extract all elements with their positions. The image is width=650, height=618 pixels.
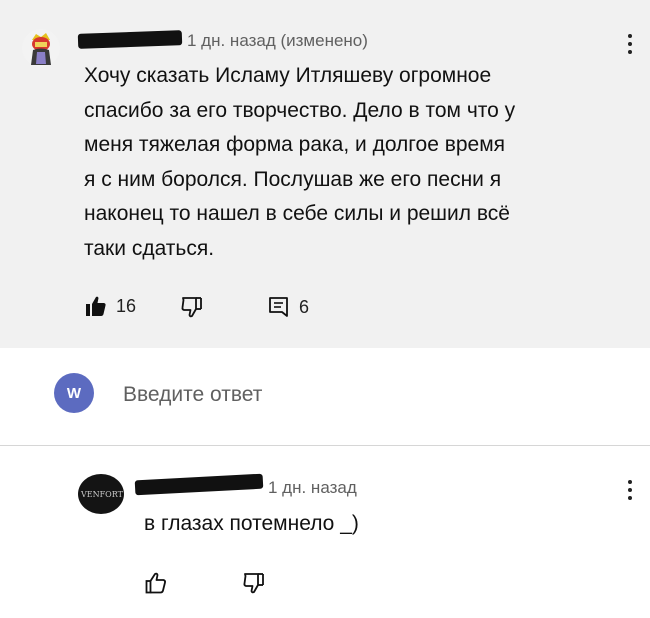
reply-like-button[interactable]: [145, 572, 167, 594]
comment-line: таки сдаться.: [84, 236, 215, 260]
thumb-up-filled-icon: [86, 296, 106, 316]
thumb-down-icon: [243, 573, 264, 594]
more-vert-icon: [628, 480, 632, 484]
comment-line: наконец то нашел в себе силы и решил всё: [84, 202, 510, 225]
more-vert-icon: [628, 34, 632, 38]
reply-timestamp: 1 дн. назад: [268, 478, 357, 497]
more-vert-icon-dot: [628, 488, 632, 492]
reply-input[interactable]: Введите ответ: [123, 383, 262, 407]
comment-line: меня тяжелая форма рака, и долгое время: [84, 133, 506, 156]
like-count: 16: [116, 295, 137, 316]
redacted-username: [77, 30, 183, 49]
redacted-username: [134, 473, 264, 496]
reply-dislike-button[interactable]: [243, 572, 265, 594]
like-button[interactable]: 16: [85, 295, 136, 317]
replies-button[interactable]: 6: [268, 296, 309, 318]
more-vert-icon-dot: [628, 42, 632, 46]
more-vert-icon-dot: [628, 50, 632, 54]
comment-line: я с ним боролся. Послушав же его песни я: [84, 167, 502, 191]
comment-line: спасибо за его творчество. Дело в том чт…: [84, 98, 516, 122]
comment-timestamp: 1 дн. назад (изменено): [187, 31, 368, 50]
reply-author-avatar[interactable]: VENFORT: [78, 474, 124, 514]
commenter-avatar[interactable]: [22, 28, 60, 68]
dislike-button[interactable]: [181, 296, 203, 318]
comment-icon: [269, 297, 288, 317]
thumb-down-icon: [181, 297, 202, 318]
comment-menu-button[interactable]: [627, 34, 633, 56]
avatar-logo-text: VENFORT: [81, 490, 123, 499]
more-vert-icon-dot: [628, 496, 632, 500]
comment-line: Хочу сказать Исламу Итляшеву огромное: [84, 64, 492, 87]
reply-composer: [0, 348, 650, 446]
reply-count: 6: [299, 296, 310, 317]
comment-text: Хочу сказать Исламу Итляшеву огромное сп…: [84, 59, 614, 266]
reply-text: в глазах потемнело _): [144, 512, 359, 535]
reply-menu-button[interactable]: [627, 480, 633, 502]
divider: [0, 445, 650, 446]
user-avatar[interactable]: W: [54, 373, 94, 413]
comment-card: 1 дн. назад (изменено) Хочу сказать Исла…: [0, 0, 650, 348]
thumb-up-icon: [145, 572, 166, 594]
